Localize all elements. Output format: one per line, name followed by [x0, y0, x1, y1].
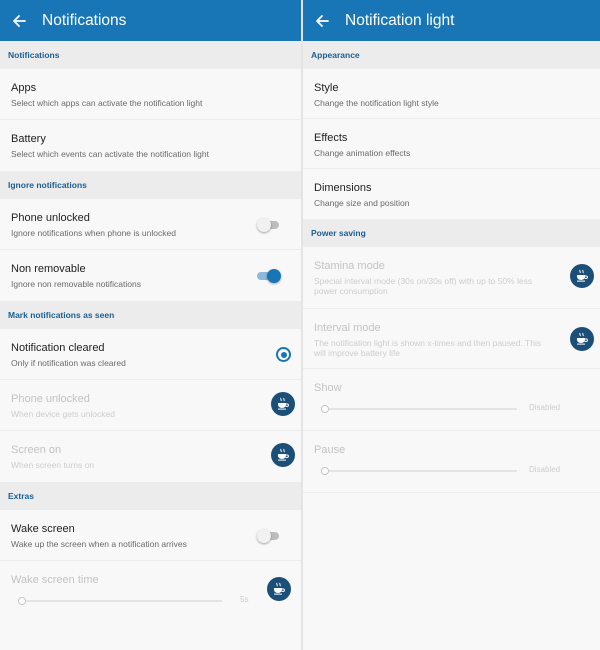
notification-cleared-subtitle: Only if notification was cleared	[11, 358, 126, 368]
notification-cleared-item[interactable]: Notification cleared Only if notificatio…	[0, 329, 301, 380]
coffee-cup-icon	[278, 397, 289, 410]
coffee-cup-icon	[577, 269, 588, 282]
show-title: Show	[314, 382, 342, 394]
pause-title: Pause	[314, 444, 346, 456]
non-removable-subtitle: Ignore non removable notifications	[11, 279, 141, 289]
section-header-ignore: Ignore notifications	[0, 171, 301, 199]
dimensions-item[interactable]: Dimensions Change size and position	[303, 169, 600, 219]
wake-screen-toggle[interactable]	[257, 529, 281, 543]
apps-item[interactable]: Apps Select which apps can activate the …	[0, 69, 301, 120]
battery-item[interactable]: Battery Select which events can activate…	[0, 120, 301, 171]
pro-badge[interactable]	[267, 577, 291, 601]
arrow-left-icon	[13, 14, 26, 27]
stamina-mode-subtitle: Special interval mode (30s on/30s off) w…	[314, 276, 533, 296]
notification-cleared-title: Notification cleared	[11, 342, 105, 354]
effects-subtitle: Change animation effects	[314, 148, 411, 158]
section-header-extras: Extras	[0, 482, 301, 510]
apps-title: Apps	[11, 82, 37, 94]
non-removable-toggle[interactable]	[257, 269, 281, 283]
screens: Notifications Notifications Apps Select …	[0, 0, 600, 650]
non-removable-item[interactable]: Non removable Ignore non removable notif…	[0, 250, 301, 301]
back-button[interactable]	[8, 10, 30, 32]
page-title: Notifications	[42, 11, 127, 29]
phone-unlocked-ignore-title: Phone unlocked	[11, 212, 90, 224]
wake-screen-time-slider-thumb[interactable]	[18, 597, 26, 605]
phone-unlocked-ignore-item[interactable]: Phone unlocked Ignore notifications when…	[0, 199, 301, 250]
app-bar: Notification light	[303, 0, 600, 41]
phone-unlocked-ignore-subtitle: Ignore notifications when phone is unloc…	[11, 228, 176, 238]
interval-mode-title: Interval mode	[314, 322, 381, 334]
section-header-appearance: Appearance	[303, 41, 600, 69]
arrow-left-icon	[316, 14, 329, 27]
coffee-cup-icon	[274, 582, 285, 595]
style-item[interactable]: Style Change the notification light styl…	[303, 69, 600, 119]
style-title: Style	[314, 82, 339, 94]
battery-title: Battery	[11, 133, 46, 145]
phone-unlocked-ignore-toggle[interactable]	[257, 218, 281, 232]
effects-title: Effects	[314, 132, 348, 144]
coffee-cup-icon	[577, 332, 588, 345]
effects-item[interactable]: Effects Change animation effects	[303, 119, 600, 169]
notification-light-screen: Notification light Appearance Style Chan…	[303, 0, 600, 650]
pro-badge[interactable]	[271, 392, 295, 416]
screen-on-item[interactable]: Screen on When screen turns on	[0, 431, 301, 482]
pause-value: Disabled	[529, 465, 561, 474]
pause-item[interactable]: Pause Disabled	[303, 431, 600, 493]
interval-mode-item[interactable]: Interval mode The notification light is …	[303, 309, 600, 369]
non-removable-title: Non removable	[11, 263, 86, 275]
section-header-mark-seen: Mark notifications as seen	[0, 301, 301, 329]
wake-screen-time-slider-track[interactable]	[22, 600, 222, 602]
style-subtitle: Change the notification light style	[314, 98, 439, 108]
wake-screen-title: Wake screen	[11, 523, 75, 535]
show-value: Disabled	[529, 403, 561, 412]
phone-unlocked-seen-item[interactable]: Phone unlocked When device gets unlocked	[0, 380, 301, 431]
pro-badge[interactable]	[570, 327, 594, 351]
notifications-screen: Notifications Notifications Apps Select …	[0, 0, 301, 650]
wake-screen-time-item[interactable]: Wake screen time 5s	[0, 561, 301, 623]
interval-mode-subtitle: The notification light is shown x-times …	[314, 338, 542, 358]
show-slider-thumb[interactable]	[321, 405, 329, 413]
stamina-mode-item[interactable]: Stamina mode Special interval mode (30s …	[303, 247, 600, 309]
apps-subtitle: Select which apps can activate the notif…	[11, 98, 203, 108]
pause-slider-thumb[interactable]	[321, 467, 329, 475]
wake-screen-time-title: Wake screen time	[11, 574, 99, 586]
dimensions-title: Dimensions	[314, 182, 372, 194]
page-title: Notification light	[345, 11, 455, 29]
screen-on-title: Screen on	[11, 444, 62, 456]
pro-badge[interactable]	[570, 264, 594, 288]
pause-slider-track[interactable]	[325, 470, 517, 472]
dimensions-subtitle: Change size and position	[314, 198, 410, 208]
wake-screen-subtitle: Wake up the screen when a notification a…	[11, 539, 187, 549]
wake-screen-time-value: 5s	[240, 595, 249, 604]
screen-on-subtitle: When screen turns on	[11, 460, 95, 470]
pro-badge[interactable]	[271, 443, 295, 467]
coffee-cup-icon	[278, 448, 289, 461]
app-bar: Notifications	[0, 0, 301, 41]
battery-subtitle: Select which events can activate the not…	[11, 149, 209, 159]
show-item[interactable]: Show Disabled	[303, 369, 600, 431]
section-header-power-saving: Power saving	[303, 219, 600, 247]
stamina-mode-title: Stamina mode	[314, 260, 385, 272]
wake-screen-item[interactable]: Wake screen Wake up the screen when a no…	[0, 510, 301, 561]
phone-unlocked-seen-subtitle: When device gets unlocked	[11, 409, 115, 419]
section-header-notifications: Notifications	[0, 41, 301, 69]
notification-cleared-radio[interactable]	[276, 347, 291, 362]
phone-unlocked-seen-title: Phone unlocked	[11, 393, 90, 405]
back-button[interactable]	[311, 10, 333, 32]
show-slider-track[interactable]	[325, 408, 517, 410]
